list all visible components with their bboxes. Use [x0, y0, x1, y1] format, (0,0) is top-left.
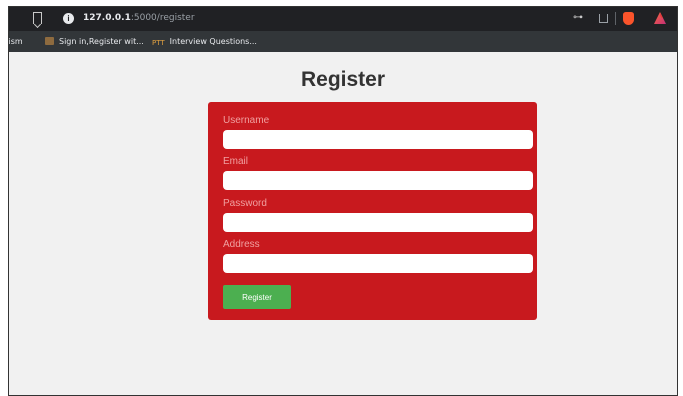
- toolbar-divider: [615, 12, 616, 25]
- brave-rewards-icon[interactable]: [654, 12, 666, 24]
- page-title: Register: [300, 68, 386, 91]
- password-field[interactable]: [223, 213, 533, 232]
- address-field[interactable]: [223, 254, 533, 273]
- page-content: Register Username Email Password Address…: [9, 52, 677, 395]
- site-info-icon[interactable]: i: [63, 13, 74, 24]
- register-button[interactable]: Register: [223, 285, 291, 309]
- email-field[interactable]: [223, 171, 533, 190]
- brave-shields-icon[interactable]: [623, 12, 634, 25]
- bookmark-item[interactable]: rcism: [8, 37, 23, 46]
- bookmark-item[interactable]: Sign in,Register wit...: [45, 37, 144, 46]
- url-field[interactable]: 127.0.0.1:5000/register: [83, 13, 195, 23]
- email-label: Email: [223, 156, 249, 167]
- bookmark-label: Sign in,Register wit...: [59, 37, 144, 46]
- password-label: Password: [223, 198, 267, 209]
- username-label: Username: [223, 115, 270, 126]
- bookmark-item[interactable]: PTT Interview Questions...: [152, 37, 257, 47]
- address-bar: i 127.0.0.1:5000/register ⊶: [9, 7, 677, 31]
- url-host: 127.0.0.1: [83, 13, 131, 23]
- key-icon[interactable]: ⊶: [573, 12, 583, 23]
- username-field[interactable]: [223, 130, 533, 149]
- bookmark-favicon-icon: [45, 37, 54, 45]
- address-label: Address: [223, 239, 260, 250]
- url-path: :5000/register: [130, 13, 195, 23]
- bookmark-favicon-icon: PTT: [152, 39, 165, 47]
- register-form: Username Email Password Address Register: [208, 102, 537, 320]
- bookmark-icon[interactable]: [33, 12, 42, 24]
- bookmarks-bar: rcism Sign in,Register wit... PTT Intervi…: [9, 31, 677, 52]
- browser-window: i 127.0.0.1:5000/register ⊶ rcism Sign i…: [8, 6, 678, 396]
- bookmark-label: Interview Questions...: [169, 37, 257, 46]
- bookmark-label: rcism: [8, 37, 23, 46]
- share-icon[interactable]: [599, 14, 608, 23]
